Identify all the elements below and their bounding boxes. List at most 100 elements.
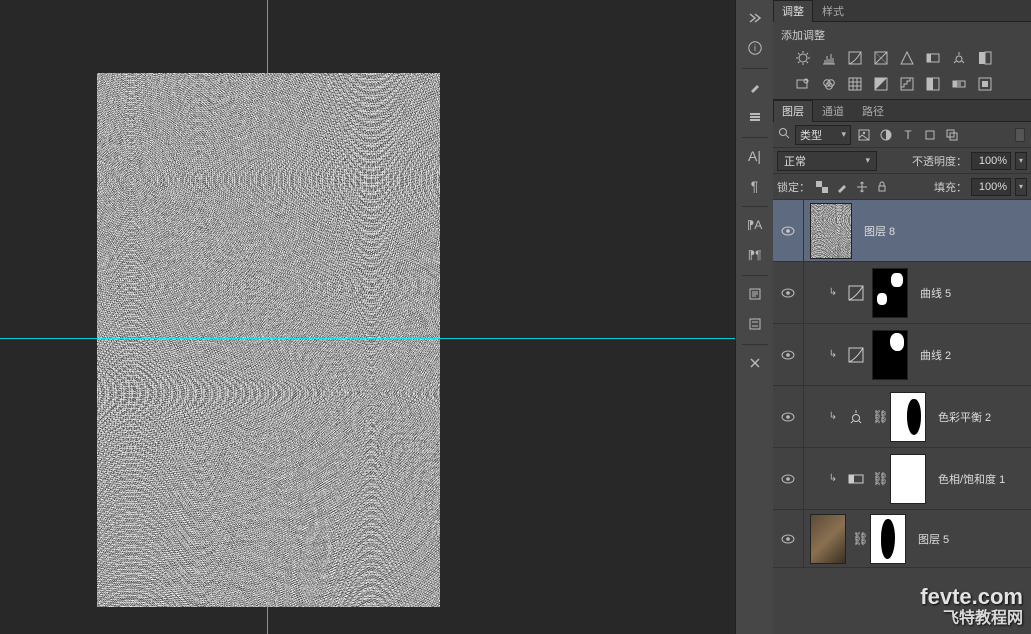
lock-row: 锁定： 填充： 100% ▾ (773, 174, 1031, 200)
layer-thumbnail[interactable] (810, 514, 846, 564)
layer-mask-thumbnail[interactable] (870, 514, 906, 564)
filter-type-icon[interactable]: T (899, 126, 917, 144)
options-icon[interactable] (741, 103, 769, 131)
color-balance-icon[interactable] (949, 49, 969, 67)
layer-name[interactable]: 色相/饱和度 1 (932, 471, 1005, 487)
layer-name[interactable]: 图层 5 (912, 531, 949, 547)
guide-vertical (267, 0, 268, 634)
tab-adjustments[interactable]: 调整 (773, 0, 813, 22)
lock-position-icon[interactable] (854, 179, 870, 195)
curves-icon[interactable] (845, 49, 865, 67)
opacity-dropdown[interactable]: ▾ (1015, 152, 1027, 170)
visibility-icon[interactable] (781, 532, 795, 546)
layer-row[interactable]: ⛓ 图层 5 (773, 510, 1031, 568)
lock-image-icon[interactable] (834, 179, 850, 195)
opacity-label: 不透明度： (912, 153, 967, 169)
link-icon[interactable]: ⛓ (852, 531, 864, 547)
blend-mode-select[interactable]: 正常 (777, 151, 877, 171)
visibility-icon[interactable] (781, 472, 795, 486)
photo-filter-icon[interactable] (793, 75, 813, 93)
filter-pixel-icon[interactable] (855, 126, 873, 144)
exposure-icon[interactable] (871, 49, 891, 67)
posterize-icon[interactable] (897, 75, 917, 93)
bw-icon[interactable] (975, 49, 995, 67)
lock-label: 锁定： (777, 179, 810, 195)
clip-icon: ↳ (826, 349, 840, 360)
threshold-icon[interactable] (923, 75, 943, 93)
selective-color-icon[interactable] (975, 75, 995, 93)
tab-layers[interactable]: 图层 (773, 100, 813, 122)
right-panels: 调整 样式 添加调整 图层 通道 路径 (773, 0, 1031, 634)
fill-input[interactable]: 100% (971, 178, 1011, 196)
layer-mask-thumbnail[interactable] (872, 268, 908, 318)
collapsed-panel-dock: i A| ¶ ⁋A ⁋¶ (735, 0, 773, 634)
layer-row[interactable]: ↳ ⛓ 色相/饱和度 1 (773, 448, 1031, 510)
fill-label: 填充： (934, 179, 967, 195)
levels-icon[interactable] (819, 49, 839, 67)
adjustments-panel: 调整 样式 添加调整 (773, 0, 1031, 99)
filter-toggle[interactable] (1015, 128, 1025, 142)
visibility-icon[interactable] (781, 410, 795, 424)
document-canvas[interactable] (97, 73, 440, 607)
filter-adjust-icon[interactable] (877, 126, 895, 144)
layer-mask-thumbnail[interactable] (890, 392, 926, 442)
layer-mask-thumbnail[interactable] (890, 454, 926, 504)
layer-row[interactable]: ↳ 曲线 2 (773, 324, 1031, 386)
character-icon[interactable]: A| (741, 142, 769, 170)
color-balance-adj-icon[interactable] (846, 408, 866, 426)
tab-paths[interactable]: 路径 (853, 100, 893, 122)
canvas-area[interactable] (0, 0, 735, 634)
layer-row[interactable]: 图层 8 (773, 200, 1031, 262)
visibility-icon[interactable] (781, 286, 795, 300)
visibility-icon[interactable] (781, 348, 795, 362)
color-lookup-icon[interactable] (845, 75, 865, 93)
paragraph-icon[interactable]: ¶ (741, 172, 769, 200)
fill-dropdown[interactable]: ▾ (1015, 178, 1027, 196)
layer-row[interactable]: ↳ ⛓ 色彩平衡 2 (773, 386, 1031, 448)
layer-list: 图层 8 ↳ 曲线 5 ↳ (773, 200, 1031, 634)
clip-icon: ↳ (826, 411, 840, 422)
layer-name[interactable]: 曲线 5 (914, 285, 951, 301)
curves-adj-icon[interactable] (846, 284, 866, 302)
curves-adj-icon[interactable] (846, 346, 866, 364)
filter-shape-icon[interactable] (921, 126, 939, 144)
filter-smart-icon[interactable] (943, 126, 961, 144)
layer-mask-thumbnail[interactable] (872, 330, 908, 380)
notes-icon[interactable] (741, 280, 769, 308)
clip-icon: ↳ (826, 473, 840, 484)
layers-panel: 图层 通道 路径 类型 T 正常 不透明度： 100% ▾ 锁定： 填充： (773, 99, 1031, 634)
tab-styles[interactable]: 样式 (813, 0, 853, 22)
brush-preset-icon[interactable] (741, 73, 769, 101)
info-icon[interactable]: i (741, 34, 769, 62)
blend-mode-row: 正常 不透明度： 100% ▾ (773, 148, 1031, 174)
crop-tool-icon[interactable] (741, 349, 769, 377)
layer-row[interactable]: ↳ 曲线 5 (773, 262, 1031, 324)
list-icon[interactable] (741, 310, 769, 338)
lock-transparent-icon[interactable] (814, 179, 830, 195)
watermark-tagline: 飞特教程网 (943, 604, 1023, 628)
tab-channels[interactable]: 通道 (813, 100, 853, 122)
expand-icon[interactable] (741, 4, 769, 32)
layer-thumbnail[interactable] (810, 203, 852, 259)
guide-horizontal (0, 338, 735, 339)
lock-all-icon[interactable] (874, 179, 890, 195)
link-icon[interactable]: ⛓ (872, 409, 884, 425)
invert-icon[interactable] (871, 75, 891, 93)
filter-kind-select[interactable]: 类型 (795, 125, 851, 145)
layer-name[interactable]: 色彩平衡 2 (932, 409, 991, 425)
layer-name[interactable]: 曲线 2 (914, 347, 951, 363)
add-adjustment-label: 添加调整 (773, 22, 1031, 43)
brightness-contrast-icon[interactable] (793, 49, 813, 67)
visibility-icon[interactable] (781, 224, 795, 238)
vibrance-icon[interactable] (897, 49, 917, 67)
opacity-input[interactable]: 100% (971, 152, 1011, 170)
hue-sat-adj-icon[interactable] (846, 470, 866, 488)
hue-sat-icon[interactable] (923, 49, 943, 67)
gradient-map-icon[interactable] (949, 75, 969, 93)
para-style-icon[interactable]: ⁋¶ (741, 241, 769, 269)
layer-name[interactable]: 图层 8 (858, 223, 895, 239)
char-style-icon[interactable]: ⁋A (741, 211, 769, 239)
link-icon[interactable]: ⛓ (872, 471, 884, 487)
search-icon (777, 126, 791, 144)
channel-mixer-icon[interactable] (819, 75, 839, 93)
